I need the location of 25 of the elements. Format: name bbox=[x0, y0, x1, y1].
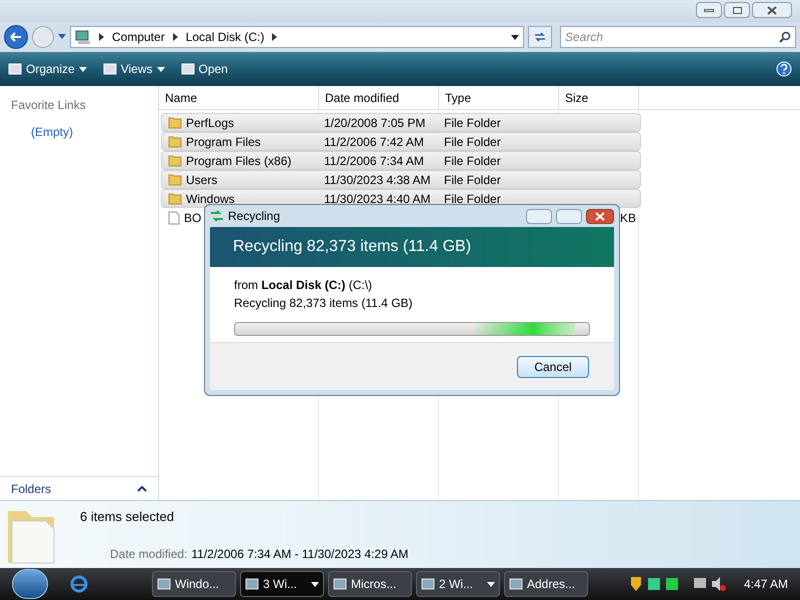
date-cell: 11/30/2023 4:38 AM bbox=[324, 172, 431, 186]
dialog-headline: Recycling 82,373 items (11.4 GB) bbox=[233, 237, 472, 257]
type-cell: File Folder bbox=[444, 134, 501, 148]
date-cell: 11/2/2006 7:42 AM bbox=[324, 134, 424, 148]
file-name: PerfLogs bbox=[186, 114, 234, 132]
date-cell: 1/20/2008 7:05 PM bbox=[324, 116, 426, 130]
date-cell: 11/30/2023 4:40 AM bbox=[324, 192, 431, 206]
date-cell: 11/2/2006 7:34 AM bbox=[324, 154, 424, 168]
detail-value: 11/2/2006 7:34 AM - 11/30/2023 4:29 AM bbox=[191, 546, 408, 562]
selection-summary: 6 items selected bbox=[80, 508, 175, 526]
sidebar-heading: Favorite Links bbox=[11, 97, 87, 114]
dialog-title: Recycling bbox=[228, 208, 280, 225]
detail-label: Date modified: bbox=[110, 546, 188, 562]
type-cell: File Folder bbox=[444, 116, 501, 130]
size-cell: KB bbox=[620, 210, 636, 224]
file-name: Program Files (x86) bbox=[186, 152, 292, 170]
file-name: Windows bbox=[186, 190, 235, 208]
type-cell: File Folder bbox=[444, 192, 501, 206]
file-name: Users bbox=[186, 172, 218, 188]
file-name: Program Files bbox=[186, 134, 261, 150]
type-cell: File Folder bbox=[444, 154, 501, 168]
type-cell: File Folder bbox=[444, 172, 501, 186]
source-text: from Local Disk (C:) (C:\) bbox=[234, 277, 374, 294]
file-name: BO bbox=[184, 210, 202, 226]
progress-text: Recycling 82,373 items (11.4 GB) bbox=[234, 295, 414, 312]
